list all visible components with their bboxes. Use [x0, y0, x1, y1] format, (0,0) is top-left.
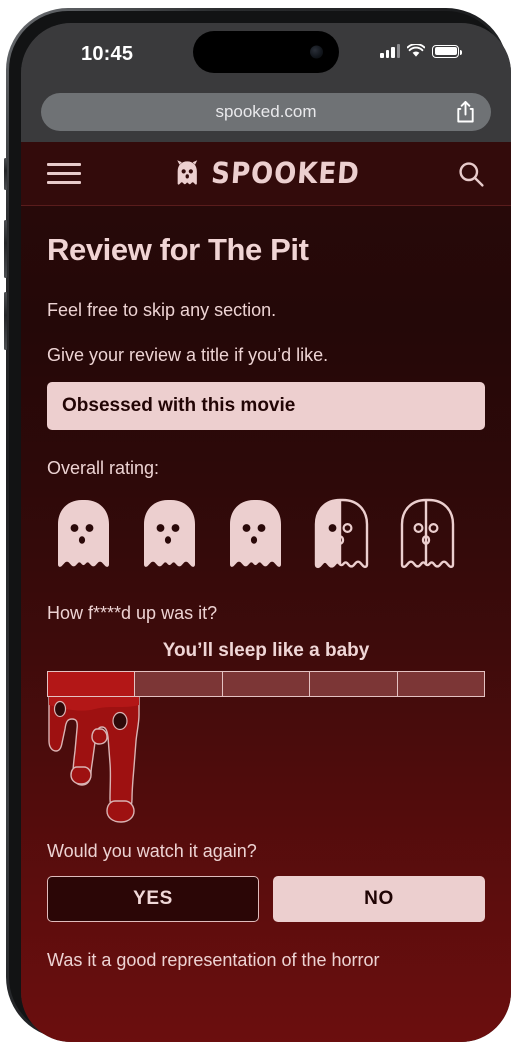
scare-meter-slider[interactable] — [47, 671, 485, 697]
scare-level-label: How f****d up was it? — [47, 603, 218, 623]
title-field-label: Give your review a title if you’d like. — [47, 345, 329, 365]
horror-representation-label: Was it a good representation of the horr… — [47, 950, 380, 970]
review-title-input[interactable] — [47, 382, 485, 430]
site-logo-text: SPOOKED — [210, 156, 361, 191]
silence-switch[interactable] — [4, 158, 7, 190]
scare-meter-segment-2[interactable] — [135, 672, 223, 696]
hamburger-menu-icon[interactable] — [47, 157, 81, 190]
battery-icon — [432, 44, 462, 58]
url-bar[interactable]: spooked.com — [41, 93, 491, 131]
scare-level-selected-label: You’ll sleep like a baby — [162, 640, 370, 661]
site-header: SPOOKED — [21, 142, 511, 206]
phone-bezel: 10:45 spooked.com SPOOKED Review for The… — [9, 11, 511, 1042]
ghost-rating-star-3-full[interactable] — [219, 495, 289, 573]
intro-text: Feel free to skip any section. — [47, 300, 277, 320]
rewatch-no-button[interactable]: NO — [273, 876, 485, 922]
ghost-rating-star-2-full[interactable] — [133, 495, 203, 573]
ghost-rating-star-5-empty[interactable] — [391, 495, 461, 573]
scare-meter-segment-5[interactable] — [397, 672, 485, 696]
page-title: Review for The Pit — [47, 232, 309, 267]
site-logo[interactable]: SPOOKED — [172, 156, 361, 191]
share-icon[interactable] — [456, 100, 475, 124]
wifi-icon — [407, 44, 425, 57]
scare-meter-segment-4[interactable] — [310, 672, 398, 696]
overall-rating-label: Overall rating: — [47, 458, 160, 478]
scare-meter-segment-3[interactable] — [222, 672, 311, 696]
ghost-rating-star-1-full[interactable] — [47, 495, 117, 573]
rewatch-toggle-group: YES NO — [47, 876, 485, 922]
phone-screen: 10:45 spooked.com SPOOKED Review for The… — [21, 23, 511, 1042]
ghost-rating-star-4-half[interactable] — [305, 495, 375, 573]
ghost-logo-icon — [177, 159, 198, 185]
ghost-rating-control[interactable] — [47, 495, 485, 573]
volume-down-button[interactable] — [4, 292, 7, 350]
website-viewport: SPOOKED Review for The Pit Feel free to … — [21, 142, 511, 1042]
phone-frame: 10:45 spooked.com SPOOKED Review for The… — [4, 8, 511, 1042]
browser-chrome: 10:45 spooked.com — [21, 23, 511, 142]
scare-meter-container — [47, 671, 485, 841]
dynamic-island — [193, 31, 339, 73]
front-camera-icon — [310, 45, 323, 59]
rewatch-question-label: Would you watch it again? — [47, 841, 257, 861]
volume-up-button[interactable] — [4, 220, 7, 278]
status-bar-clock: 10:45 — [81, 43, 134, 65]
status-bar-icons — [380, 44, 462, 58]
rewatch-yes-button[interactable]: YES — [47, 876, 259, 922]
search-icon[interactable] — [457, 160, 485, 188]
ios-status-bar: 10:45 — [21, 23, 511, 89]
review-form: Review for The Pit Feel free to skip any… — [21, 206, 511, 971]
url-text[interactable]: spooked.com — [41, 102, 491, 122]
scare-meter-segment-1[interactable] — [48, 672, 136, 696]
cellular-signal-icon — [380, 44, 400, 58]
